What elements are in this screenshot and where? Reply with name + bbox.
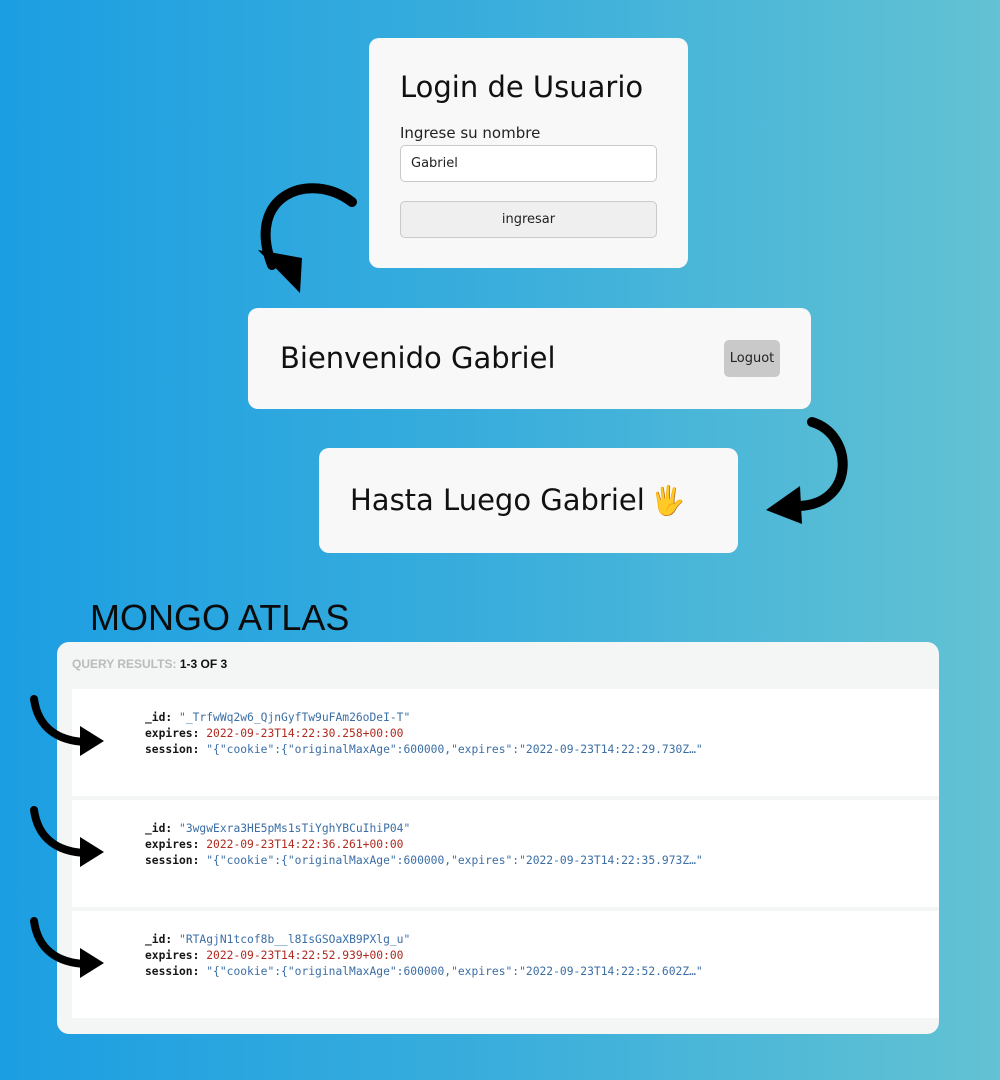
id-key: _id:: [145, 822, 173, 835]
mongo-atlas-title: MONGO ATLAS: [90, 597, 350, 638]
goodbye-card: Hasta Luego Gabriel 🖐: [319, 448, 738, 553]
name-input[interactable]: [400, 145, 657, 182]
goodbye-message: Hasta Luego Gabriel 🖐: [350, 483, 686, 517]
query-results-panel: QUERY RESULTS: 1-3 OF 3 _id: "_TrfwWq2w6…: [57, 642, 939, 1034]
query-results-label: QUERY RESULTS:: [72, 657, 177, 671]
curved-arrow-icon: [30, 917, 104, 978]
expires-value: 2022-09-23T14:22:36.261+00:00: [206, 838, 404, 851]
id-value: "RTAgjN1tcof8b__l8IsGSOaXB9PXlg_u": [179, 933, 411, 946]
session-key: session:: [145, 854, 200, 867]
session-value: "{"cookie":{"originalMaxAge":600000,"exp…: [206, 965, 703, 978]
id-value: "3wgwExra3HE5pMs1sTiYghYBCuIhiP04": [179, 822, 411, 835]
session-key: session:: [145, 743, 200, 756]
document-row[interactable]: _id: "3wgwExra3HE5pMs1sTiYghYBCuIhiP04" …: [72, 800, 939, 907]
welcome-card: Bienvenido Gabriel Loguot: [248, 308, 811, 409]
id-value: "_TrfwWq2w6_QjnGyfTw9uFAm26oDeI-T": [179, 711, 411, 724]
session-value: "{"cookie":{"originalMaxAge":600000,"exp…: [206, 854, 703, 867]
expires-key: expires:: [145, 727, 200, 740]
curved-arrow-icon: [258, 183, 357, 293]
expires-value: 2022-09-23T14:22:30.258+00:00: [206, 727, 404, 740]
welcome-text: Bienvenido Gabriel: [280, 341, 556, 375]
curved-arrow-icon: [30, 806, 104, 867]
goodbye-text: Hasta Luego Gabriel: [350, 483, 645, 517]
ingresar-button[interactable]: ingresar: [400, 201, 657, 238]
curved-arrow-icon: [766, 417, 848, 524]
expires-key: expires:: [145, 838, 200, 851]
document-row[interactable]: _id: "RTAgjN1tcof8b__l8IsGSOaXB9PXlg_u" …: [72, 911, 939, 1018]
waving-hand-icon: 🖐: [650, 484, 686, 517]
login-card: Login de Usuario Ingrese su nombre ingre…: [369, 38, 688, 268]
query-results-header: QUERY RESULTS: 1-3 OF 3: [72, 657, 227, 671]
document-row[interactable]: _id: "_TrfwWq2w6_QjnGyfTw9uFAm26oDeI-T" …: [72, 689, 939, 796]
curved-arrow-icon: [30, 695, 104, 756]
name-label: Ingrese su nombre: [400, 124, 541, 142]
expires-key: expires:: [145, 949, 200, 962]
expires-value: 2022-09-23T14:22:52.939+00:00: [206, 949, 404, 962]
logout-button[interactable]: Loguot: [724, 340, 780, 377]
session-value: "{"cookie":{"originalMaxAge":600000,"exp…: [206, 743, 703, 756]
session-key: session:: [145, 965, 200, 978]
id-key: _id:: [145, 711, 173, 724]
query-results-count: 1-3 OF 3: [179, 657, 228, 671]
id-key: _id:: [145, 933, 173, 946]
login-title: Login de Usuario: [400, 70, 644, 104]
